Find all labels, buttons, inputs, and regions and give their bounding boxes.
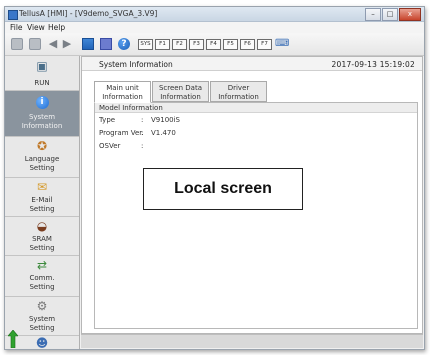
datetime-display: 2017-09-13 15:19:02 bbox=[331, 60, 415, 69]
tab-driver-information[interactable]: Driver Information bbox=[210, 81, 267, 102]
help-icon[interactable]: ? bbox=[118, 38, 130, 50]
green-up-arrow-icon bbox=[8, 330, 18, 348]
fkey-f5-button[interactable]: F5 bbox=[223, 39, 238, 50]
language-icon: ✪ bbox=[36, 139, 48, 153]
info-icon: i bbox=[35, 96, 49, 109]
sidebar-item-email-setting[interactable]: ✉ E-Mail Setting bbox=[5, 178, 79, 217]
maximize-button[interactable]: □ bbox=[382, 8, 398, 21]
window-title: TellusA [HMI] - [V9demo_SVGA_3.V9] bbox=[19, 9, 158, 18]
sidebar: ▣ RUN i System Information ✪ Language Se… bbox=[5, 56, 80, 349]
save-icon[interactable] bbox=[100, 38, 112, 50]
user-icon: ☻ bbox=[35, 336, 49, 350]
tab-main-unit-information[interactable]: Main unit Information bbox=[94, 81, 151, 103]
info-row-type: Type: V9100iS bbox=[99, 116, 180, 124]
fkey-sys-button[interactable]: SYS bbox=[138, 39, 153, 50]
menu-view[interactable]: View bbox=[27, 22, 45, 33]
fkey-f2-button[interactable]: F2 bbox=[172, 39, 187, 50]
back-arrow-icon[interactable]: ◀ bbox=[47, 38, 59, 50]
screen-button[interactable] bbox=[11, 38, 23, 50]
fkey-f1-button[interactable]: F1 bbox=[155, 39, 170, 50]
app-logo-icon bbox=[8, 10, 18, 20]
fkey-f4-button[interactable]: F4 bbox=[206, 39, 221, 50]
sidebar-item-comm-setting[interactable]: ⇄ Comm. Setting bbox=[5, 256, 79, 297]
sidebar-item-language-setting[interactable]: ✪ Language Setting bbox=[5, 137, 79, 178]
menu-bar: File View Help bbox=[5, 22, 424, 33]
email-icon: ✉ bbox=[36, 180, 48, 194]
info-row-program-ver: Program Ver.: V1.470 bbox=[99, 129, 176, 137]
menu-file[interactable]: File bbox=[10, 22, 23, 33]
page-title: System Information bbox=[99, 60, 173, 69]
toolbar: ◀ ▶ ? SYS F1 F2 F3 F4 F5 F6 F7 ⌨ bbox=[5, 33, 424, 56]
fkey-f7-button[interactable]: F7 bbox=[257, 39, 272, 50]
keyboard-icon[interactable]: ⌨ bbox=[275, 38, 289, 50]
fkey-f6-button[interactable]: F6 bbox=[240, 39, 255, 50]
run-icon: ▣ bbox=[36, 59, 48, 73]
menu-help[interactable]: Help bbox=[48, 22, 65, 33]
local-screen-label: Local screen bbox=[143, 168, 303, 210]
transfer-button[interactable] bbox=[82, 38, 94, 50]
close-button[interactable]: x bbox=[399, 8, 421, 21]
open-button[interactable] bbox=[29, 38, 41, 50]
tab-screen-data-information[interactable]: Screen Data Information bbox=[152, 81, 209, 102]
info-row-osver: OSVer: bbox=[99, 142, 144, 150]
forward-arrow-icon[interactable]: ▶ bbox=[61, 38, 73, 50]
sidebar-item-run[interactable]: ▣ RUN bbox=[5, 56, 79, 91]
fkey-f3-button[interactable]: F3 bbox=[189, 39, 204, 50]
comm-icon: ⇄ bbox=[36, 258, 48, 272]
content-header: System Information 2017-09-13 15:19:02 bbox=[82, 57, 422, 71]
model-information-panel: Model Information Type: V9100iS Program V… bbox=[94, 102, 418, 329]
title-bar[interactable]: TellusA [HMI] - [V9demo_SVGA_3.V9] – □ x bbox=[5, 7, 424, 22]
sidebar-item-sram-setting[interactable]: ◒ SRAM Setting bbox=[5, 217, 79, 256]
status-strip bbox=[81, 334, 423, 348]
minimize-button[interactable]: – bbox=[365, 8, 381, 21]
window-controls: – □ x bbox=[365, 8, 421, 21]
system-setting-icon: ⚙ bbox=[36, 299, 48, 313]
sram-icon: ◒ bbox=[36, 219, 48, 233]
group-title: Model Information bbox=[95, 103, 417, 113]
sidebar-item-system-information[interactable]: i System Information bbox=[5, 91, 79, 137]
